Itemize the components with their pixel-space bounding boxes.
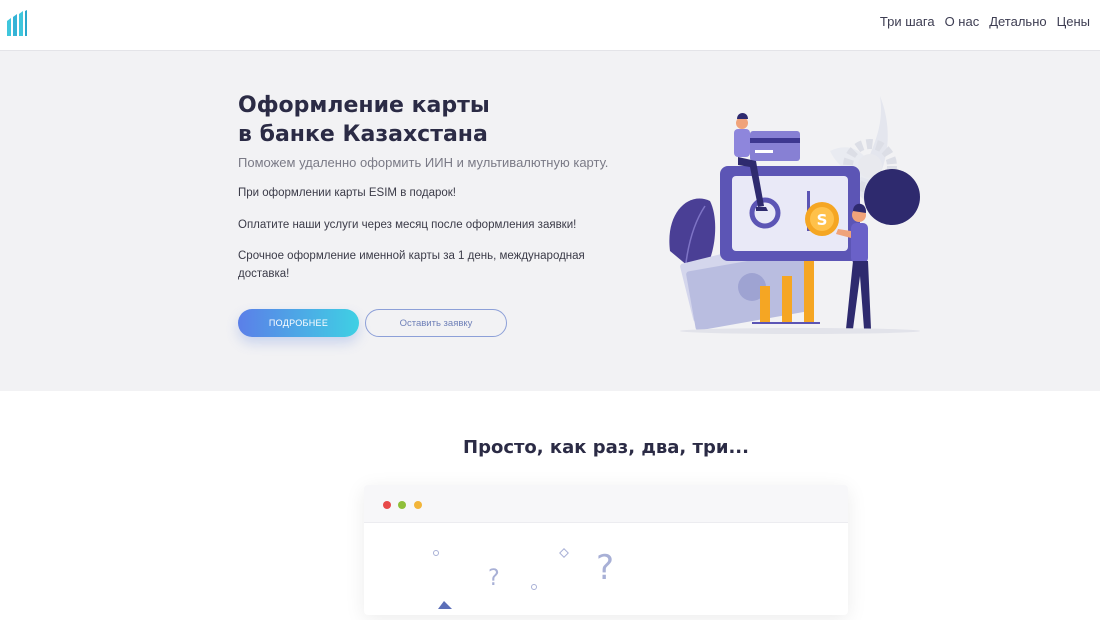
details-button[interactable]: ПОДРОБНЕЕ: [238, 309, 359, 337]
green-dot-icon: [398, 501, 406, 509]
svg-text:S: S: [817, 211, 828, 229]
hero-paragraph-urgent: Срочное оформление именной карты за 1 де…: [238, 250, 585, 280]
banking-illustration: S: [669, 96, 920, 334]
hero-paragraph-esim: При оформлении карты ESIM в подарок!: [238, 187, 456, 199]
section-title: Просто, как раз, два, три...: [463, 437, 749, 458]
hero-title-line1: Оформление карты: [238, 93, 490, 118]
main-nav: Три шага О нас Детально Цены: [880, 14, 1090, 29]
nav-about[interactable]: О нас: [945, 14, 980, 29]
svg-text:?: ?: [488, 566, 500, 591]
hero-title: Оформление карты в банке Казахстана: [238, 91, 658, 149]
window-content: ? ?: [364, 523, 848, 615]
logo-icon[interactable]: [6, 9, 28, 37]
apply-button[interactable]: Оставить заявку: [365, 309, 507, 337]
top-navbar: Три шага О нас Детально Цены: [0, 0, 1100, 51]
hero-paragraph-payment: Оплатите наши услуги через месяц после о…: [238, 219, 577, 231]
svg-text:?: ?: [596, 548, 614, 588]
hero-subtitle: Поможем удаленно оформить ИИН и мультива…: [238, 155, 609, 170]
red-dot-icon: [383, 501, 391, 509]
browser-window-mockup: ? ?: [364, 485, 848, 615]
question-marks-illustration: ? ?: [433, 548, 614, 609]
nav-three-steps[interactable]: Три шага: [880, 14, 935, 29]
yellow-dot-icon: [414, 501, 422, 509]
hero-title-line2: в банке Казахстана: [238, 122, 488, 147]
window-titlebar: [364, 485, 848, 523]
nav-prices[interactable]: Цены: [1057, 14, 1090, 29]
hero-section: Оформление карты в банке Казахстана Помо…: [0, 51, 1100, 391]
nav-details[interactable]: Детально: [989, 14, 1046, 29]
